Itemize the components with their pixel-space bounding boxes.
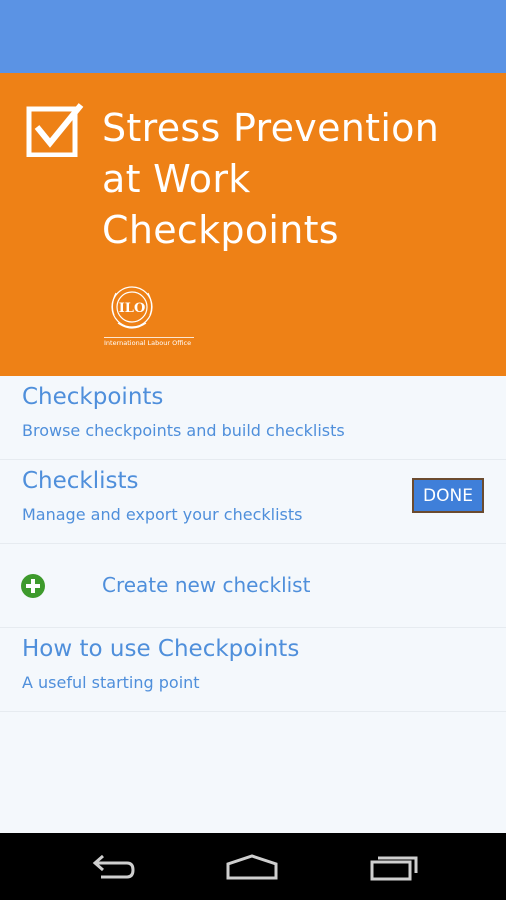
app-title-line: Stress Prevention xyxy=(102,106,440,150)
menu-item-subtitle: A useful starting point xyxy=(22,673,200,692)
recents-icon xyxy=(370,856,418,881)
ilo-logo-text: ILO xyxy=(119,301,146,316)
nav-recents-button[interactable] xyxy=(364,847,424,887)
menu-item-title: How to use Checkpoints xyxy=(22,636,300,662)
app-title-line: Checkpoints xyxy=(102,208,339,252)
menu-item-subtitle: Manage and export your checklists xyxy=(22,505,303,524)
app-title-line: at Work xyxy=(102,157,251,201)
navigation-bar xyxy=(0,833,506,900)
app-banner: Stress Prevention at Work Checkpoints IL… xyxy=(0,73,506,376)
checkbox-check-icon xyxy=(26,103,84,157)
org-caption: International Labour Office xyxy=(104,337,194,347)
plus-circle-icon xyxy=(21,574,45,598)
app-title: Stress Prevention at Work Checkpoints xyxy=(102,103,439,256)
nav-home-button[interactable] xyxy=(222,847,282,887)
back-arrow-icon xyxy=(92,854,135,879)
menu-item-title: Checklists xyxy=(22,468,139,494)
done-button[interactable]: DONE xyxy=(412,478,484,513)
menu-item-checklists[interactable]: Checklists Manage and export your checkl… xyxy=(0,460,506,544)
menu-item-subtitle: Browse checkpoints and build checklists xyxy=(22,421,345,440)
main-menu: Checkpoints Browse checkpoints and build… xyxy=(0,376,506,712)
create-checklist-item[interactable]: Create new checklist xyxy=(0,544,506,628)
home-icon xyxy=(226,854,278,880)
nav-back-button[interactable] xyxy=(82,847,142,887)
create-checklist-label: Create new checklist xyxy=(102,573,311,597)
menu-item-checkpoints[interactable]: Checkpoints Browse checkpoints and build… xyxy=(0,376,506,460)
status-bar xyxy=(0,0,506,73)
menu-item-how-to-use[interactable]: How to use Checkpoints A useful starting… xyxy=(0,628,506,712)
menu-item-title: Checkpoints xyxy=(22,384,164,410)
